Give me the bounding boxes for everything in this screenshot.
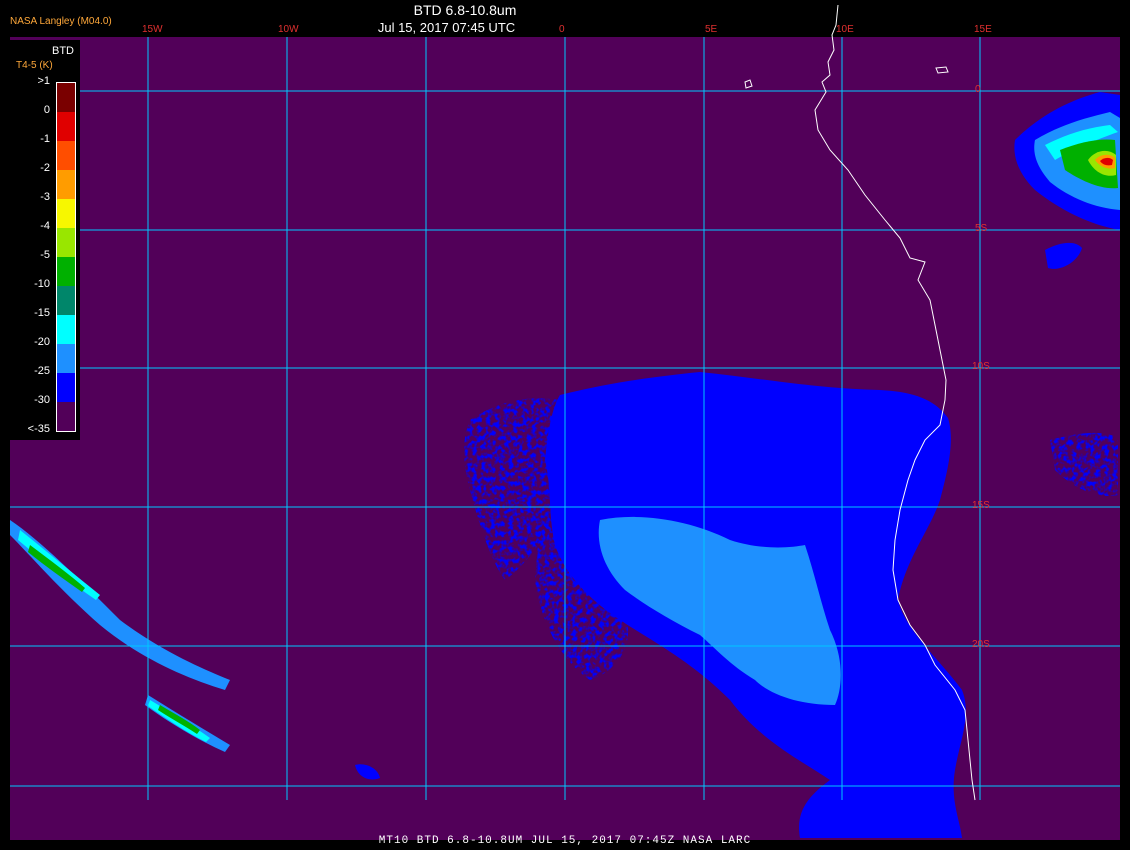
color-legend: BTD T4-5 (K) >1 0 -1 -2 -3 -4 -5 -10 -15 -20 -25 -3… [10,40,80,440]
legend-swatch [57,170,75,199]
lon-label-5e: 5E [705,24,718,35]
legend-swatch [57,402,75,431]
legend-swatch [57,199,75,228]
lon-label-10e: 10E [836,24,854,35]
legend-subtitle: T4-5 (K) [16,60,53,71]
legend-swatch [57,112,75,141]
legend-swatch [57,315,75,344]
lon-label-15e: 15E [974,24,992,35]
footer-caption: MT10 BTD 6.8-10.8UM JUL 15, 2017 07:45Z … [378,835,752,847]
legend-tick: -5 [40,249,50,261]
lat-label-0: 0 [975,84,981,95]
lon-label-10w: 10W [278,24,299,35]
legend-tick: <-35 [27,423,50,435]
legend-tick: -3 [40,191,50,203]
legend-swatch [57,83,75,112]
legend-tick: 0 [43,104,50,116]
legend-tick: -2 [40,162,50,174]
map-date: Jul 15, 2017 07:45 UTC [377,20,516,35]
legend-tick: -1 [40,133,50,145]
lon-label-15w: 15W [142,24,163,35]
legend-swatch [57,373,75,402]
legend-tick: -10 [34,278,50,290]
lat-label-10s: 10S [972,361,990,372]
legend-tick: -30 [34,394,50,406]
legend-swatch [57,344,75,373]
lat-label-15s: 15S [972,500,990,511]
legend-tick: >1 [37,75,50,87]
map-title: BTD 6.8-10.8um [413,2,517,18]
legend-swatch [57,141,75,170]
lat-label-20s: 20S [972,639,990,650]
legend-colorbar [56,82,76,432]
legend-tick: -25 [34,365,50,377]
legend-swatch [57,286,75,315]
legend-tick: -15 [34,307,50,319]
legend-tick: -4 [40,220,50,232]
legend-swatch [57,228,75,257]
lon-label-0: 0 [559,24,565,35]
source-label: NASA Langley (M04.0) [10,16,112,27]
legend-title: BTD [52,45,74,57]
satellite-map [10,4,1120,840]
lat-label-5s: 5S [975,223,988,234]
legend-tick: -20 [34,336,50,348]
legend-swatch [57,257,75,286]
